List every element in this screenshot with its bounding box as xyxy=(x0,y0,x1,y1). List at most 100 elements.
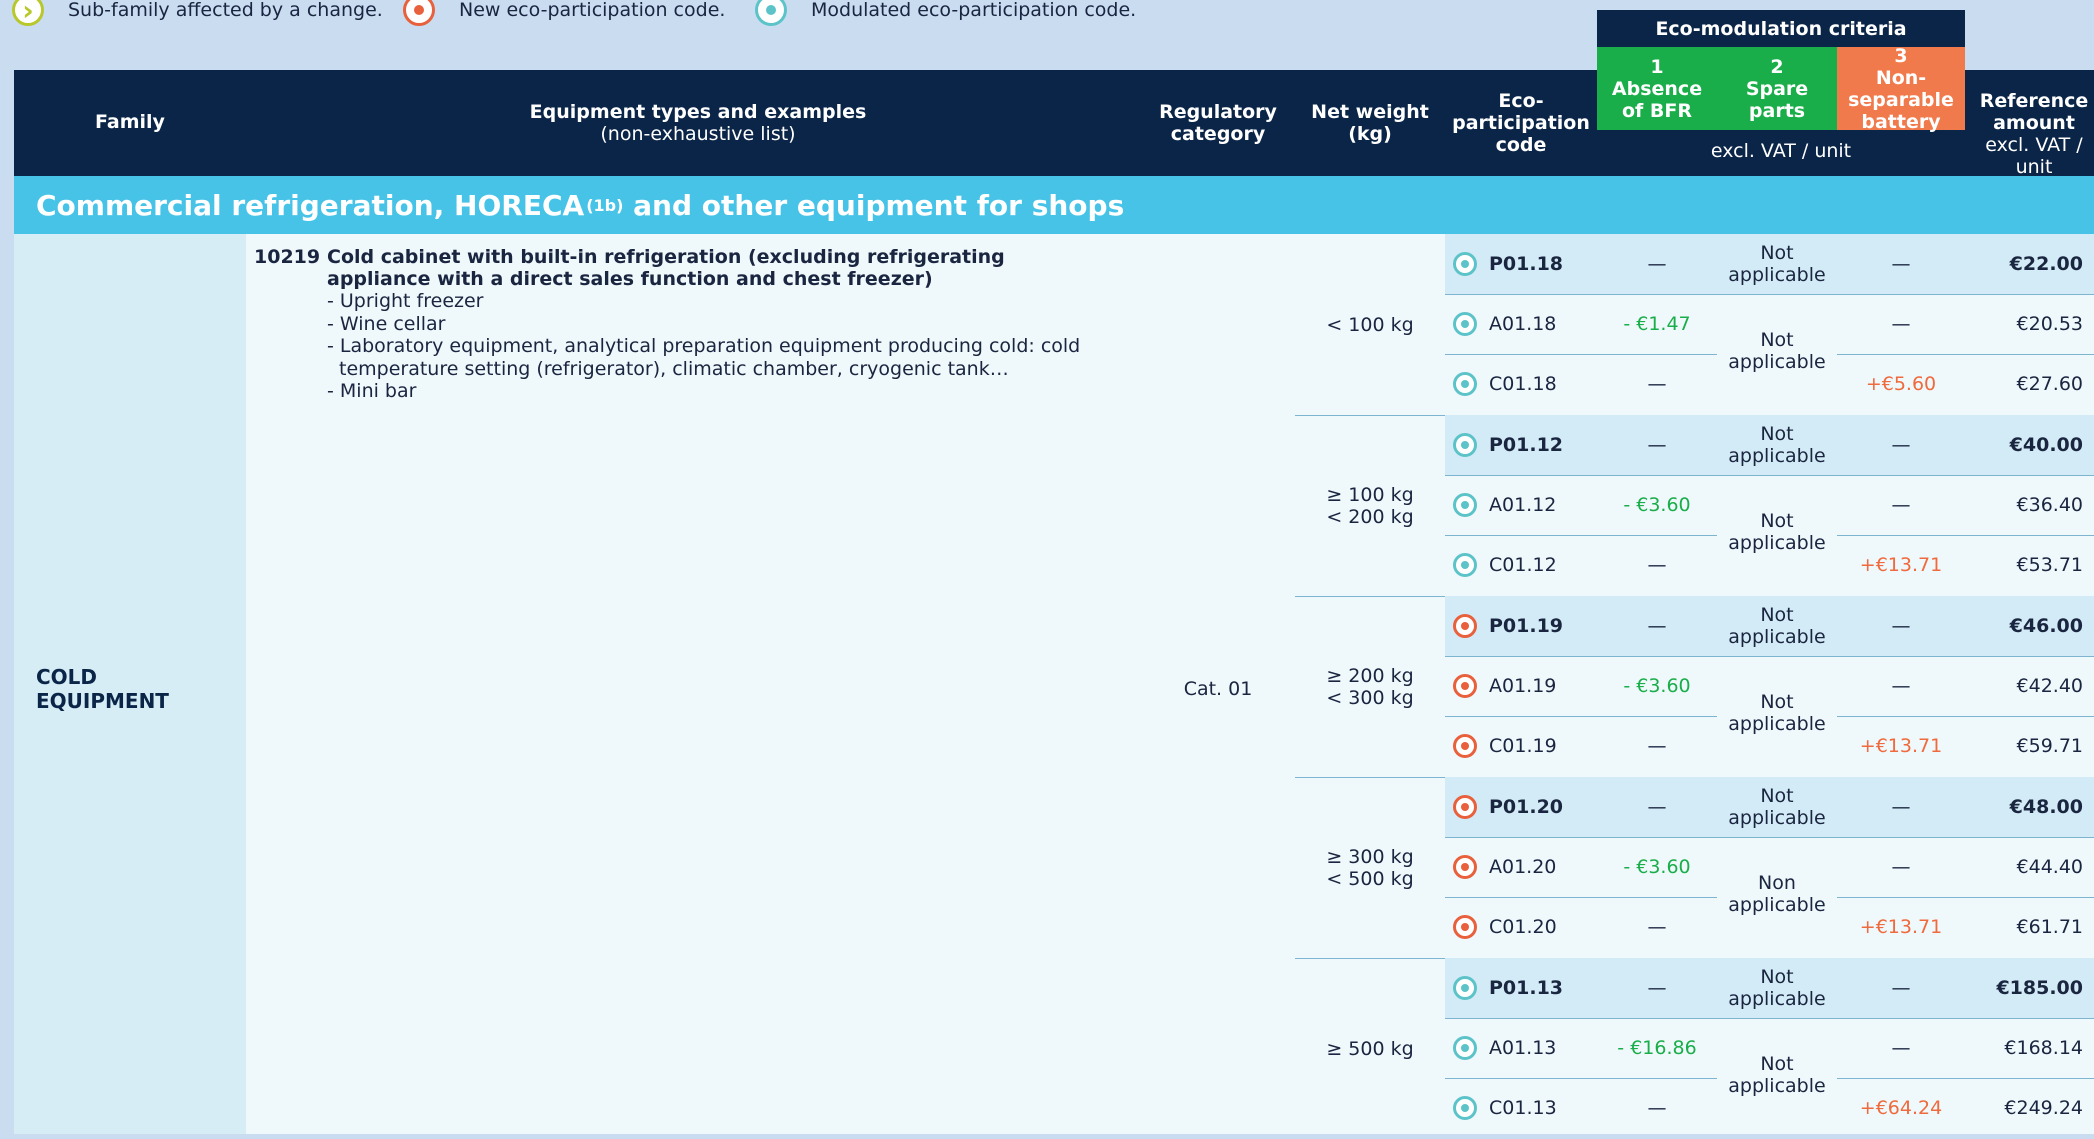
spare-parts-text: Not applicable xyxy=(1728,423,1826,467)
modulated-code-dot-icon xyxy=(1453,976,1477,1000)
new-code-dot-icon xyxy=(1453,795,1477,819)
eco-code: C01.20 xyxy=(1453,897,1557,957)
na-line: Not xyxy=(1760,510,1794,532)
eco-code: A01.18 xyxy=(1453,294,1556,354)
row-divider xyxy=(1837,1018,2094,1019)
reference-amount: €53.71 xyxy=(2016,554,2083,576)
battery-value: — xyxy=(1891,434,1911,456)
battery-value: — xyxy=(1891,1037,1911,1059)
weight-range: ≥ 200 kg < 300 kg xyxy=(1295,596,1445,777)
eco-code-label: C01.13 xyxy=(1489,1097,1557,1119)
row-divider xyxy=(1837,656,2094,657)
battery-value: — xyxy=(1891,977,1911,999)
new-code-dot-icon xyxy=(1453,915,1477,939)
spare-parts-text: Not applicable xyxy=(1728,242,1826,286)
eco-code: A01.13 xyxy=(1453,1018,1556,1078)
battery-value: +€13.71 xyxy=(1859,735,1943,757)
na-line: applicable xyxy=(1728,532,1826,554)
spare-parts-text: Not applicable xyxy=(1728,966,1826,1010)
table-row: P01.19 — Not applicable — €46.00 xyxy=(1445,596,2094,656)
row-divider xyxy=(1445,656,1717,657)
bfr-value: — xyxy=(1647,1097,1667,1119)
weight-line: < 200 kg xyxy=(1326,505,1414,528)
spare-parts-value: Not applicable xyxy=(1717,415,1837,475)
reference-amount: €46.00 xyxy=(2009,615,2083,637)
eco-code-label: P01.20 xyxy=(1489,796,1564,818)
row-divider xyxy=(1445,535,1717,536)
header-regulatory: Regulatory category xyxy=(1159,101,1277,145)
new-code-dot-icon xyxy=(1453,674,1477,698)
row-divider xyxy=(1445,837,1717,838)
bfr-value: - €3.60 xyxy=(1623,494,1691,516)
bfr-value: — xyxy=(1647,373,1667,395)
table-row: P01.20 — Not applicable — €48.00 xyxy=(1445,777,2094,837)
bfr-value: - €1.47 xyxy=(1623,313,1691,335)
modulated-code-dot-icon xyxy=(1453,1096,1477,1120)
battery-value: — xyxy=(1891,796,1911,818)
eco-code-label: P01.12 xyxy=(1489,434,1564,456)
header-net-weight: Net weight (kg) xyxy=(1311,101,1429,145)
na-line: applicable xyxy=(1728,713,1826,735)
reference-amount: €36.40 xyxy=(2016,494,2083,516)
battery-value: — xyxy=(1891,675,1911,697)
bfr-value: — xyxy=(1647,796,1667,818)
weight-range: ≥ 500 kg xyxy=(1295,958,1445,1139)
eco-code-label: P01.18 xyxy=(1489,253,1564,275)
battery-value: — xyxy=(1891,856,1911,878)
na-line: Not xyxy=(1760,329,1794,351)
reference-amount: €44.40 xyxy=(2016,856,2083,878)
header-eco-code: Eco-participation code xyxy=(1452,90,1590,156)
modulated-code-dot-icon xyxy=(1453,312,1477,336)
table-row: P01.18 — Not applicable — €22.00 xyxy=(1445,234,2094,294)
na-line: applicable xyxy=(1728,894,1826,916)
eco-code-label: C01.18 xyxy=(1489,373,1557,395)
eco-code: C01.18 xyxy=(1453,354,1557,414)
battery-value: +€5.60 xyxy=(1865,373,1937,395)
spare-parts-merged: Not applicable xyxy=(1717,510,1837,554)
table-row: P01.12 — Not applicable — €40.00 xyxy=(1445,415,2094,475)
regulatory-category: Cat. 01 xyxy=(1183,678,1253,700)
reference-amount: €168.14 xyxy=(2004,1037,2083,1059)
weight-line: < 300 kg xyxy=(1326,686,1414,709)
eco-code-label: C01.12 xyxy=(1489,554,1557,576)
section-title: Commercial refrigeration, HORECA (1b) and… xyxy=(14,176,2094,234)
criterion-1: 1 Absence of BFR xyxy=(1597,47,1717,130)
spare-parts-merged: Not applicable xyxy=(1717,691,1837,735)
spare-parts-value: Not applicable xyxy=(1717,958,1837,1018)
weight-line: ≥ 500 kg xyxy=(1326,1037,1414,1060)
weight-line: ≥ 100 kg xyxy=(1326,483,1414,506)
new-code-dot-icon xyxy=(1453,614,1477,638)
legend-item-subfamily: Sub-family affected by a change. xyxy=(12,0,383,27)
header-reference: Reference amount excl. VAT / unit xyxy=(1979,90,2089,178)
reference-amount: €20.53 xyxy=(2016,313,2083,335)
bfr-value: — xyxy=(1647,434,1667,456)
header-family: Family xyxy=(95,111,165,133)
spare-parts-merged: Not applicable xyxy=(1717,1053,1837,1097)
row-divider xyxy=(1445,716,1717,717)
legend-label: New eco-participation code. xyxy=(459,0,726,21)
ecomod-criteria-title: Eco-modulation criteria xyxy=(1597,10,1965,47)
chevron-circle-icon xyxy=(12,0,44,27)
row-divider xyxy=(1445,354,1717,355)
spare-parts-value: Not applicable xyxy=(1717,596,1837,656)
row-divider xyxy=(1445,475,1717,476)
na-line: Not xyxy=(1760,691,1794,713)
family-label: COLD EQUIPMENT xyxy=(36,665,169,713)
eco-code: P01.12 xyxy=(1453,415,1563,475)
equipment-examples: - Upright freezer - Wine cellar - Labora… xyxy=(327,290,1127,403)
row-divider xyxy=(1837,837,2094,838)
row-divider xyxy=(1837,535,2094,536)
spare-parts-text: Not applicable xyxy=(1728,604,1826,648)
battery-value: — xyxy=(1891,313,1911,335)
weight-range: ≥ 300 kg < 500 kg xyxy=(1295,777,1445,958)
eco-code: C01.19 xyxy=(1453,716,1557,776)
eco-code: P01.20 xyxy=(1453,777,1563,837)
row-divider xyxy=(1837,294,2094,295)
reference-amount: €249.24 xyxy=(2004,1097,2083,1119)
eco-code: P01.18 xyxy=(1453,234,1563,294)
na-line: Not xyxy=(1760,1053,1794,1075)
battery-value: +€13.71 xyxy=(1859,554,1943,576)
reference-amount: €27.60 xyxy=(2016,373,2083,395)
weight-line: ≥ 300 kg xyxy=(1326,845,1414,868)
bfr-value: — xyxy=(1647,916,1667,938)
